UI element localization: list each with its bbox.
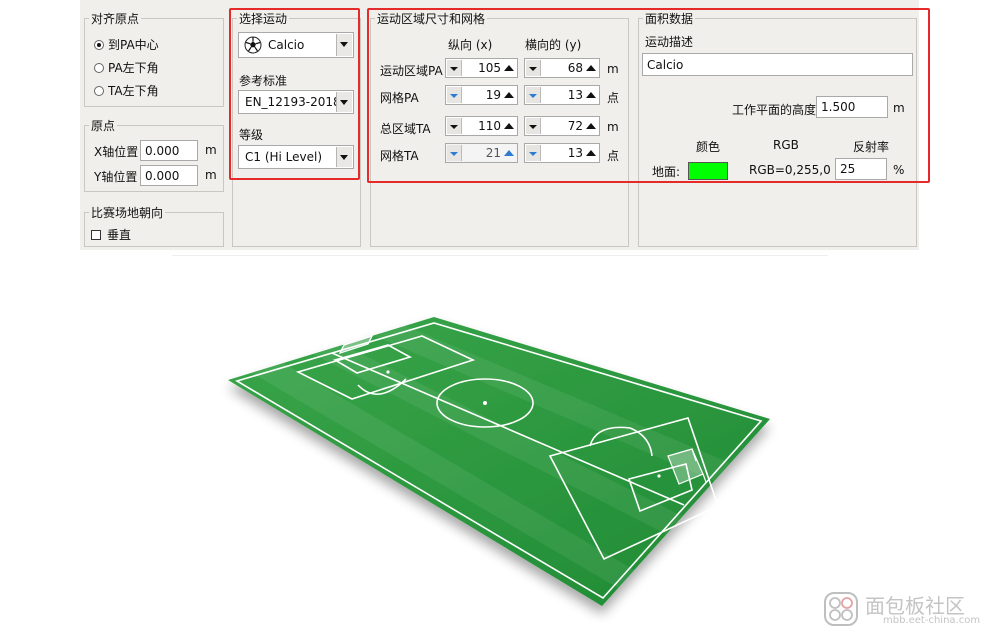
watermark-logo-icon	[824, 592, 858, 626]
vertical-checkbox-box[interactable]	[91, 230, 101, 240]
y-position-unit: m	[205, 168, 217, 182]
y-position-label: Y轴位置	[94, 170, 138, 184]
watermark-url: mbb.eet-china.com	[883, 615, 981, 626]
radio-pa-center-label: 到PA中心	[108, 38, 159, 52]
x-position-label: X轴位置	[94, 145, 139, 159]
y-position-input[interactable]: 0.000	[140, 165, 198, 186]
radio-pa-center-indicator[interactable]	[94, 40, 104, 50]
x-position-input[interactable]: 0.000	[140, 140, 198, 161]
align-origin-legend: 对齐原点	[91, 12, 140, 26]
highlight-sport-selection	[229, 8, 360, 180]
radio-ta-bottom-left-label: TA左下角	[108, 84, 159, 98]
field-3d-view[interactable]	[172, 255, 828, 631]
field-orientation-legend: 比赛场地朝向	[91, 206, 164, 220]
radio-pa-center[interactable]: 到PA中心	[94, 36, 159, 53]
vertical-checkbox[interactable]: 垂直	[91, 226, 131, 243]
radio-ta-bottom-left-indicator[interactable]	[94, 86, 104, 96]
radio-pa-bottom-left-indicator[interactable]	[94, 63, 104, 73]
radio-pa-bottom-left-label: PA左下角	[108, 61, 159, 75]
radio-ta-bottom-left[interactable]: TA左下角	[94, 82, 159, 99]
soccer-field-illustration	[228, 317, 770, 606]
origin-legend: 原点	[91, 119, 116, 133]
x-position-unit: m	[205, 143, 217, 157]
watermark: 面包板社区 mbb.eet-china.com	[823, 587, 995, 631]
vertical-checkbox-label: 垂直	[107, 228, 132, 242]
radio-pa-bottom-left[interactable]: PA左下角	[94, 59, 159, 76]
highlight-area-grid	[367, 8, 930, 183]
